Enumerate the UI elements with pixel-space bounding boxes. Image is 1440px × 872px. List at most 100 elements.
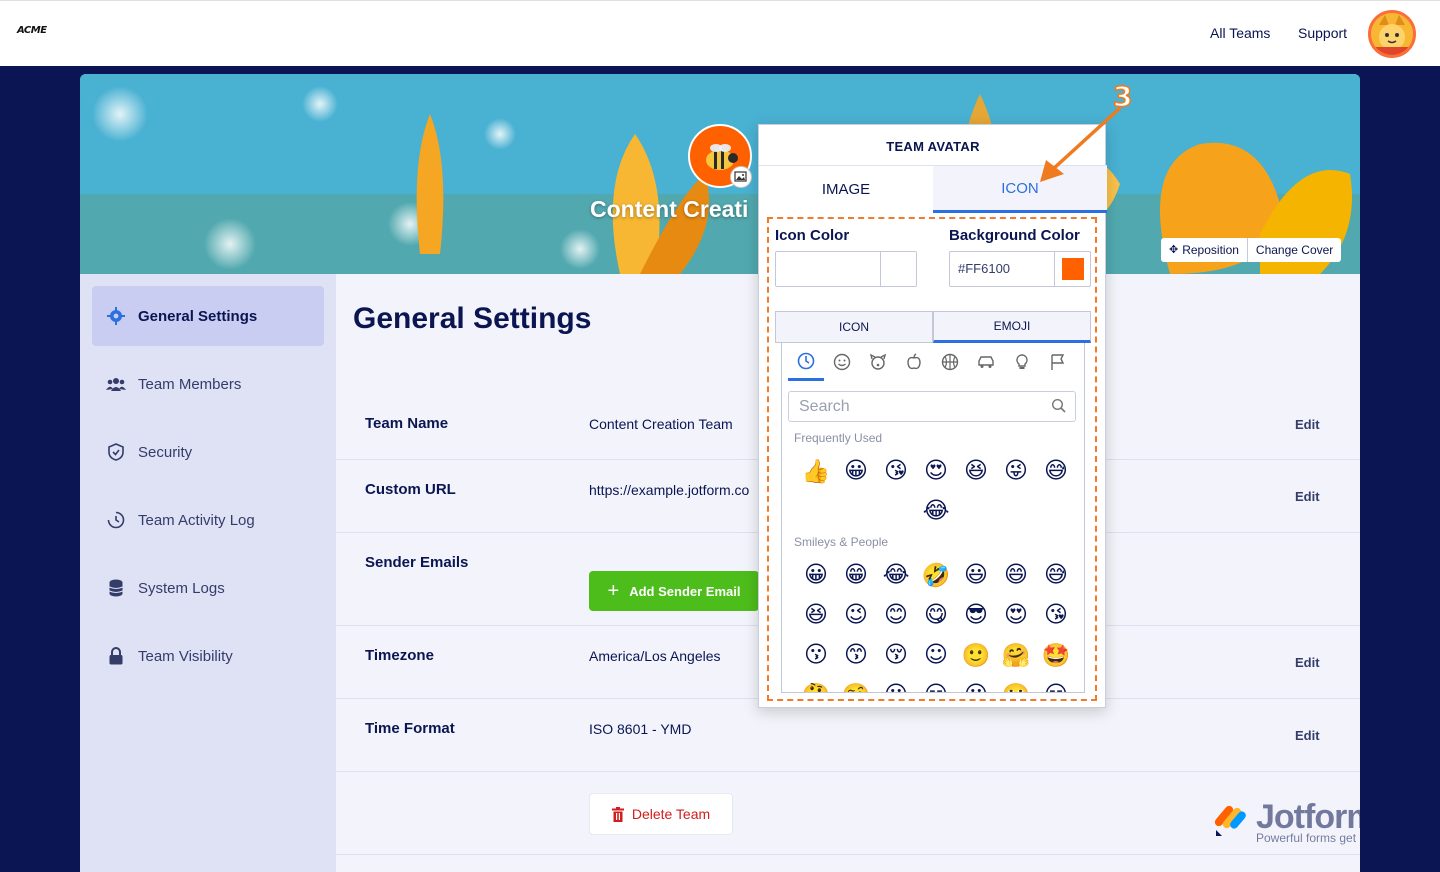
delete-team-row: Delete Team — [336, 772, 1360, 855]
support-link[interactable]: Support — [1298, 25, 1347, 41]
animal-category-icon[interactable] — [860, 343, 896, 381]
sidebar-item-system-logs[interactable]: System Logs — [92, 558, 324, 618]
add-sender-email-button[interactable]: + Add Sender Email — [589, 571, 759, 611]
reposition-button[interactable]: ✥ Reposition — [1161, 238, 1247, 262]
emoji-button[interactable]: 🙂 — [956, 635, 996, 675]
smiley-category-icon[interactable] — [824, 343, 860, 381]
emoji-button[interactable]: 😄 — [996, 555, 1036, 595]
emoji-button[interactable]: 😶 — [956, 675, 996, 692]
user-avatar[interactable] — [1368, 10, 1416, 58]
icon-source-tabs: ICON EMOJI — [775, 311, 1091, 343]
emoji-button[interactable]: 😆 — [956, 451, 996, 491]
emoji-button[interactable]: 😅 — [1036, 555, 1076, 595]
emoji-button[interactable]: 😂 — [876, 555, 916, 595]
emoji-button[interactable]: 😁 — [836, 555, 876, 595]
annotation-arrow — [1040, 106, 1122, 182]
lock-icon — [106, 646, 126, 666]
sidebar-item-team-visibility[interactable]: Team Visibility — [92, 626, 324, 686]
search-icon — [1051, 398, 1066, 413]
emoji-button[interactable]: 😋 — [916, 595, 956, 635]
sidebar-item-label: Team Activity Log — [138, 511, 255, 529]
emoji-button[interactable]: 😀 — [796, 555, 836, 595]
database-icon — [106, 578, 126, 598]
trash-icon — [611, 806, 624, 822]
emoji-button[interactable]: 😅 — [1036, 451, 1076, 491]
emoji-button[interactable]: 🤗 — [996, 635, 1036, 675]
sidebar-item-team-members[interactable]: Team Members — [92, 354, 324, 414]
edit-time-format-button[interactable]: Edit — [1295, 728, 1320, 743]
flags-category-icon[interactable] — [1040, 343, 1076, 381]
emoji-button[interactable]: 😐 — [876, 675, 916, 692]
highlight-box: Icon Color Background Color #FF6100 ICON… — [767, 217, 1097, 701]
emoji-button[interactable]: 👍 — [796, 451, 836, 491]
edit-timezone-button[interactable]: Edit — [1295, 655, 1320, 670]
emoji-category-bar — [782, 343, 1084, 383]
emoji-button[interactable]: 😘 — [1036, 595, 1076, 635]
emoji-button[interactable]: 🤩 — [1036, 635, 1076, 675]
emoji-button[interactable]: 😚 — [876, 635, 916, 675]
background-color-input[interactable]: #FF6100 — [949, 251, 1091, 287]
tab-image[interactable]: IMAGE — [759, 166, 933, 213]
cover-image: Content Creati ✥ Reposition Change Cover — [80, 74, 1360, 274]
emoji-button[interactable]: 😃 — [956, 555, 996, 595]
emoji-button[interactable]: 😙 — [836, 635, 876, 675]
emoji-button[interactable]: ☺ — [916, 635, 956, 675]
sender-emails-label: Sender Emails — [365, 554, 469, 571]
emoji-button[interactable]: 😘 — [876, 451, 916, 491]
timezone-label: Timezone — [365, 647, 434, 664]
smileys-row: 😗 😙 😚 ☺ 🙂 🤗 🤩 — [796, 635, 1076, 675]
sidebar-item-general-settings[interactable]: General Settings — [92, 286, 324, 346]
emoji-button[interactable]: 😂 — [916, 491, 956, 531]
tab-icon-library[interactable]: ICON — [775, 311, 933, 343]
emoji-button[interactable]: 😏 — [1036, 675, 1076, 692]
travel-category-icon[interactable] — [968, 343, 1004, 381]
emoji-search-input[interactable]: Search — [788, 391, 1076, 422]
emoji-button[interactable]: 😀 — [836, 451, 876, 491]
smileys-people-label: Smileys & People — [794, 535, 889, 549]
emoji-button[interactable]: 😜 — [996, 451, 1036, 491]
edit-custom-url-button[interactable]: Edit — [1295, 489, 1320, 504]
top-bar: ACME All Teams Support — [0, 0, 1440, 66]
plus-icon: + — [607, 580, 620, 602]
team-name-value: Content Creation Team — [589, 416, 733, 432]
emoji-button[interactable]: 😗 — [796, 635, 836, 675]
emoji-button[interactable]: 😎 — [956, 595, 996, 635]
background-color-swatch[interactable] — [1054, 252, 1090, 286]
delete-team-button[interactable]: Delete Team — [589, 793, 733, 835]
all-teams-link[interactable]: All Teams — [1210, 25, 1270, 41]
emoji-button[interactable]: 🤨 — [836, 675, 876, 693]
tab-emoji[interactable]: EMOJI — [933, 311, 1091, 343]
emoji-button[interactable]: 😑 — [916, 675, 956, 692]
sidebar-item-team-activity-log[interactable]: Team Activity Log — [92, 490, 324, 550]
emoji-button[interactable]: 🤣 — [916, 555, 956, 595]
time-format-value: ISO 8601 - YMD — [589, 721, 692, 737]
time-format-label: Time Format — [365, 720, 455, 737]
emoji-button[interactable]: 😆 — [796, 595, 836, 635]
acme-logo[interactable]: ACME — [17, 25, 47, 36]
change-cover-button[interactable]: Change Cover — [1246, 238, 1341, 262]
change-avatar-button[interactable] — [730, 166, 752, 188]
gear-icon — [106, 306, 126, 326]
icon-color-input[interactable] — [775, 251, 917, 287]
emoji-button[interactable]: 🙄 — [996, 675, 1036, 693]
jotform-tagline: Powerful forms get — [1256, 831, 1357, 845]
food-category-icon[interactable] — [896, 343, 932, 381]
emoji-button[interactable]: 😍 — [996, 595, 1036, 635]
sports-category-icon[interactable] — [932, 343, 968, 381]
history-icon — [106, 510, 126, 530]
add-sender-email-label: Add Sender Email — [629, 583, 741, 599]
icon-color-swatch[interactable] — [880, 252, 916, 286]
objects-category-icon[interactable] — [1004, 343, 1040, 381]
sidebar-item-security[interactable]: Security — [92, 422, 324, 482]
sidebar-item-label: Security — [138, 443, 193, 461]
emoji-button[interactable]: 😊 — [876, 595, 916, 635]
emoji-button[interactable]: 😉 — [836, 595, 876, 635]
edit-team-name-button[interactable]: Edit — [1295, 417, 1320, 432]
recent-category-icon[interactable] — [788, 343, 824, 381]
timezone-value: America/Los Angeles — [589, 648, 721, 664]
emoji-button[interactable]: 😍 — [916, 451, 956, 491]
emoji-button[interactable]: 🤔 — [796, 675, 836, 693]
frequently-used-row-2: 😂 — [916, 491, 956, 531]
sidebar-item-label: General Settings — [138, 307, 258, 325]
frequently-used-row: 👍 😀 😘 😍 😆 😜 😅 — [796, 451, 1076, 491]
